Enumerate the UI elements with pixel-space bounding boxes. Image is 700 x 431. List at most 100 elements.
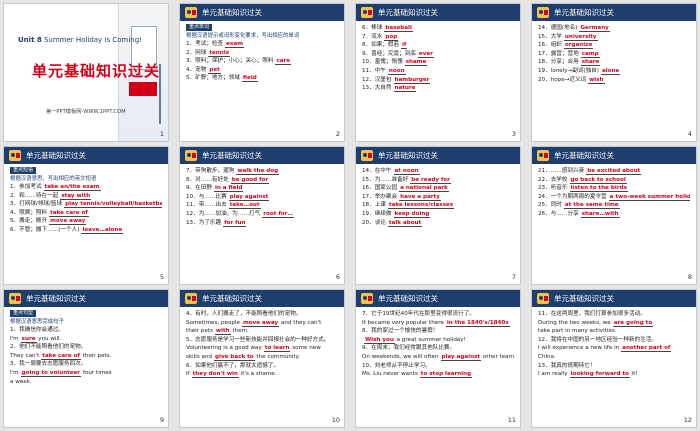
slide-thumbnail-2[interactable]: 单元基础知识过关 重点单词 根据汉语提示或词形变化要求，写出相应的单词 1．考试；检查… <box>179 3 345 142</box>
answer-text: play against <box>228 193 270 201</box>
slide-thumbnail-4[interactable]: 单元基础知识过关 14．德国(地名) Germany 15．大学 university 1… <box>531 3 697 142</box>
prompt-text: 17．举办聚会 <box>362 193 398 200</box>
slide-body: 7．它于19世纪40年代在那里变得很流行了。 It became very pop… <box>362 310 514 413</box>
prompt-text: I will experience a new life in <box>538 345 620 352</box>
prompt-suffix-text: other teams. <box>482 353 514 360</box>
slide-thumbnail-9[interactable]: 单元基础知识过关 重点句型 根据汉语意思完成句子 1．我确信你会通过。 I'm sure … <box>3 289 169 428</box>
slide-thumbnail-5[interactable]: 单元基础知识过关 重点短语 根据汉语意思，写出相应的英文短语 1．参加考试 take a… <box>3 146 169 285</box>
exercise-line: 8．对……有好处 be good for <box>186 176 338 185</box>
slide-thumbnail-12[interactable]: 单元基础知识过关 11．在这两周里，我们打算参加很多活动。 During the t… <box>531 289 697 428</box>
exercise-line: 6．不管；撇下……(一个人) leave…alone <box>10 226 162 235</box>
exercise-line: I'm going to volunteer four times <box>10 369 162 378</box>
prompt-suffix-text: and they can't <box>279 319 322 326</box>
prompt-text: 4．照顾；照料 <box>10 209 48 216</box>
slide-number: 5 <box>159 273 164 281</box>
section-tag: 重点句型 <box>10 310 37 317</box>
prompt-text: 23．听音乐 <box>538 185 568 192</box>
exercise-line: 12．我将在中国的另一地区经验一种新的生活。 <box>538 336 690 345</box>
slide-header-title: 单元基础知识过关 <box>26 294 86 303</box>
prompt-text: 3．照料；保护；小心；关心；照料 <box>186 58 274 65</box>
instruction-text: 根据汉语意思，写出相应的英文短语 <box>10 176 97 182</box>
slide-number: 4 <box>687 130 692 138</box>
answer-text: share <box>580 59 601 67</box>
exercise-line: 1．我确信你会通过。 <box>10 326 162 335</box>
answer-text: in a field <box>213 185 244 193</box>
answer-text: play tennis/volleyball/basketball <box>64 201 162 209</box>
answer-text: talk about <box>387 219 423 227</box>
answer-text: organize <box>563 42 594 50</box>
slide-body: 7．带狗散步，遛狗 walk the dog 8．对……有好处 be good for… <box>186 167 338 270</box>
answer-text: university <box>563 33 598 41</box>
answer-text: exam <box>225 41 245 48</box>
prompt-text: During the two weeks, we <box>538 319 611 326</box>
exercise-line: 20．谈论 talk about <box>362 219 514 228</box>
prompt-text: If <box>186 371 190 378</box>
slide-thumbnail-10[interactable]: 单元基础知识过关 4．有时，人们搬走了，不能照看他们的宠物。 Sometimes, … <box>179 289 345 428</box>
slide-number: 12 <box>683 416 692 424</box>
exercise-line: 15．大学 university <box>538 33 690 42</box>
prompt-text: 11．中午 <box>362 67 386 74</box>
exercise-line: During the two weeks, we are going to <box>538 319 690 328</box>
exercise-line: 10．与……比赛 play against <box>186 193 338 202</box>
prompt-text: I'm <box>10 369 19 376</box>
prompt-text: I'm <box>10 335 19 342</box>
slide-body: 重点单词 根据汉语提示或词形变化要求，写出相应的单词 1．考试；检查 exam 2．网球… <box>186 24 338 127</box>
prompt-text: 10．与……比赛 <box>186 193 227 200</box>
exercise-line: 13．我真的很期待它！ <box>538 362 690 371</box>
prompt-text: 11．在这两周里，我们打算参加很多活动。 <box>538 311 646 317</box>
exercise-line: 10．刘老师从不停止学习。 <box>362 362 514 371</box>
answer-text: play against <box>440 353 482 361</box>
slide-header-title: 单元基础知识过关 <box>378 8 438 17</box>
prompt-text: 14．在中午 <box>362 168 392 174</box>
prompt-text: 7．流水 <box>362 33 383 40</box>
exercise-line: 5．搬走；搬开 move away <box>10 217 162 226</box>
prompt-text: 15．为……准备好 <box>362 176 409 183</box>
exercise-line: 18．分享；合用 share <box>538 58 690 67</box>
prompt-text: 5．志愿服务是学习一些新技能并回报社会的一种好方式。 <box>186 336 330 343</box>
prompt-text: 1．参加考试 <box>10 184 42 190</box>
answer-text: field <box>241 75 258 83</box>
answer-text: root for… <box>262 210 294 218</box>
prompt-text: 24．一个为期两周的夏令营 <box>538 193 607 200</box>
slide-header: 单元基础知识过关 <box>180 4 344 21</box>
header-badge-icon <box>360 149 374 162</box>
exercise-line: 21．……感到兴奋 be excited about <box>538 167 690 176</box>
prompt-text: skills and <box>186 353 213 360</box>
slide-thumbnail-1[interactable]: Unit 8 Summer Holiday Is Coming! 单元基础知识过关… <box>3 3 169 142</box>
slide-thumbnail-8[interactable]: 单元基础知识过关 21．……感到兴奋 be excited about 22．去学校 g… <box>531 146 697 285</box>
answer-text: take…out <box>228 202 261 210</box>
slide-header-title: 单元基础知识过关 <box>554 8 614 17</box>
exercise-line: 11．带……出去 take…out <box>186 201 338 210</box>
slide-thumbnail-3[interactable]: 单元基础知识过关 6．棒球 baseball 7．流水 pop 8．如果；假若 if 9．曾经… <box>355 3 521 142</box>
slide-header: 单元基础知识过关 <box>356 290 520 307</box>
slide-thumbnail-6[interactable]: 单元基础知识过关 7．带狗散步，遛狗 walk the dog 8．对……有好处 be … <box>179 146 345 285</box>
instruction-text: 根据汉语提示或词形变化要求，写出相应的单词 <box>186 33 300 39</box>
exercise-line: I'm sure you will. <box>10 335 162 344</box>
slide-thumbnail-11[interactable]: 单元基础知识过关 7．它于19世纪40年代在那里变得很流行了。 It became … <box>355 289 521 428</box>
prompt-suffix-text: four times <box>81 369 112 376</box>
header-badge-icon <box>8 292 22 305</box>
slide-body: 6．棒球 baseball 7．流水 pop 8．如果；假若 if 9．曾经；究竟；到底 ev… <box>362 24 514 127</box>
answer-text: stay with <box>60 192 92 200</box>
prompt-text: They can't <box>10 352 40 359</box>
slide-number: 2 <box>335 130 340 138</box>
answer-text: camp <box>580 50 600 58</box>
prompt-text: 13．大自然 <box>362 85 392 92</box>
prompt-text: 10．羞愧；惭愧 <box>362 59 403 66</box>
answer-text: at noon <box>393 168 420 175</box>
exercise-line: 1．参加考试 take an/the exam <box>10 183 162 192</box>
slide-number: 8 <box>687 273 692 281</box>
header-badge-icon <box>184 292 198 305</box>
prompt-text: 4．宠物 <box>186 66 207 73</box>
answer-text: share…with <box>580 210 620 218</box>
prompt-text: 2．网球 <box>186 49 207 56</box>
header-badge-icon <box>360 292 374 305</box>
exercise-line: 14．在中午 at noon <box>362 167 514 176</box>
prompt-text: 9．在周末，我们经常跟其他队比赛。 <box>362 345 456 352</box>
exercise-line: 3．打网球/排球/篮球 play tennis/volleyball/basket… <box>10 200 162 209</box>
exercise-line: It became very popular there in the 1840'… <box>362 319 514 328</box>
slide-header: 单元基础知识过关 <box>180 290 344 307</box>
slide-thumbnail-7[interactable]: 单元基础知识过关 14．在中午 at noon 15．为……准备好 be ready f… <box>355 146 521 285</box>
answer-text: walk the dog <box>236 168 280 175</box>
answer-text: alone <box>600 67 621 75</box>
